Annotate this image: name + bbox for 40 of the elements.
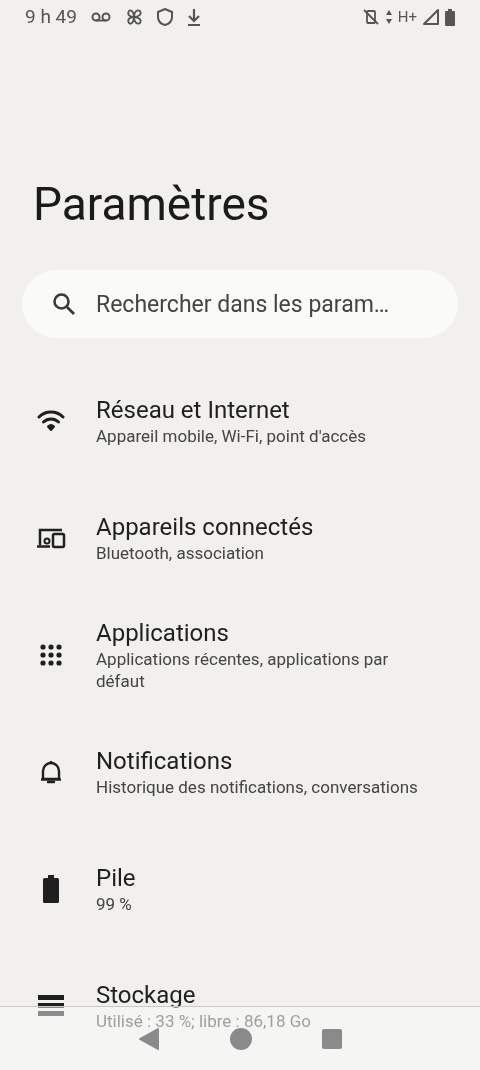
voicemail-icon xyxy=(90,12,111,22)
status-time: 9 h 49 xyxy=(25,3,77,30)
item-title: Réseau et Internet xyxy=(96,394,291,425)
battery-icon xyxy=(43,874,59,903)
settings-item[interactable]: Pile 99 % xyxy=(0,830,480,947)
settings-item[interactable]: Notifications Historique des notifications, conversations xyxy=(0,713,480,830)
recents-button[interactable] xyxy=(322,1028,342,1049)
back-button[interactable] xyxy=(138,1026,160,1051)
item-title: Pile xyxy=(96,862,137,893)
item-title: Appareils connectés xyxy=(96,511,315,542)
item-title: Stockage xyxy=(96,979,197,1010)
item-subtitle: Utilisé : 33 %; libre : 86,18 Go xyxy=(96,1009,312,1032)
item-subtitle: Appareil mobile, Wi-Fi, point d'accès xyxy=(96,424,368,447)
search-icon xyxy=(52,292,76,316)
fan-icon xyxy=(124,8,143,26)
item-title: Applications xyxy=(96,617,230,648)
data-arrows-icon xyxy=(385,10,392,24)
network-type: H+ xyxy=(397,6,417,28)
vibrate-off-icon xyxy=(361,8,380,26)
download-icon xyxy=(186,8,201,26)
item-subtitle: 99 % xyxy=(96,892,133,915)
settings-item[interactable]: Applications Applications récentes, applications par défaut xyxy=(0,596,480,713)
battery-status-icon xyxy=(445,8,455,26)
home-button[interactable] xyxy=(230,1027,252,1050)
wifi-icon xyxy=(37,409,65,432)
item-subtitle: Bluetooth, association xyxy=(96,541,265,564)
settings-item[interactable]: Appareils connectés Bluetooth, association xyxy=(0,479,480,596)
item-subtitle: Historique des notifications, conversations xyxy=(96,775,419,798)
item-title: Notifications xyxy=(96,745,234,776)
settings-item[interactable]: Stockage Utilisé : 33 %; libre : 86,18 Go xyxy=(0,947,480,1064)
shield-icon xyxy=(156,8,173,26)
apps-grid-icon xyxy=(40,643,62,666)
bell-icon xyxy=(40,758,62,785)
search-field[interactable]: Rechercher dans les param… xyxy=(22,270,458,338)
signal-icon xyxy=(423,9,439,25)
item-subtitle: Applications récentes, applications par défaut xyxy=(96,647,390,692)
storage-icon xyxy=(38,994,64,1017)
settings-item[interactable]: Réseau et Internet Appareil mobile, Wi-Fi, point d'accès xyxy=(0,362,480,479)
page-title: Paramètres xyxy=(33,176,271,233)
devices-icon xyxy=(36,526,66,549)
